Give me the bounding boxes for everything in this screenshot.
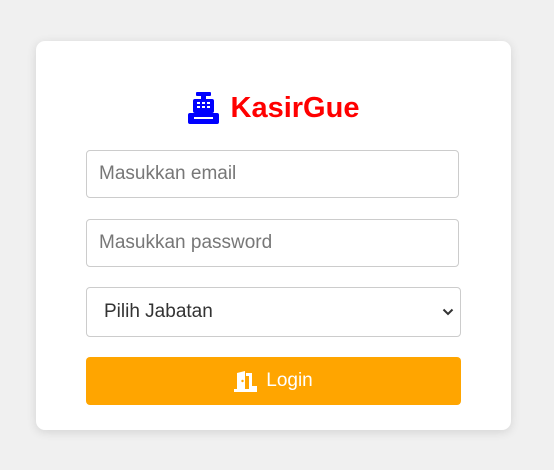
password-field[interactable]	[86, 219, 459, 267]
login-button-label: Login	[266, 370, 313, 391]
email-field[interactable]	[86, 150, 459, 198]
brand-header: KasirGue	[36, 88, 511, 128]
login-button[interactable]: Login	[86, 357, 461, 405]
role-select[interactable]: Pilih Jabatan	[86, 287, 461, 337]
chevron-down-icon	[442, 308, 454, 316]
role-select-value: Pilih Jabatan	[104, 301, 213, 322]
login-card: KasirGue Pilih Jabatan Login	[36, 41, 511, 430]
brand-title: KasirGue	[230, 91, 360, 124]
door-open-icon	[234, 370, 258, 392]
cash-register-icon	[187, 92, 219, 124]
